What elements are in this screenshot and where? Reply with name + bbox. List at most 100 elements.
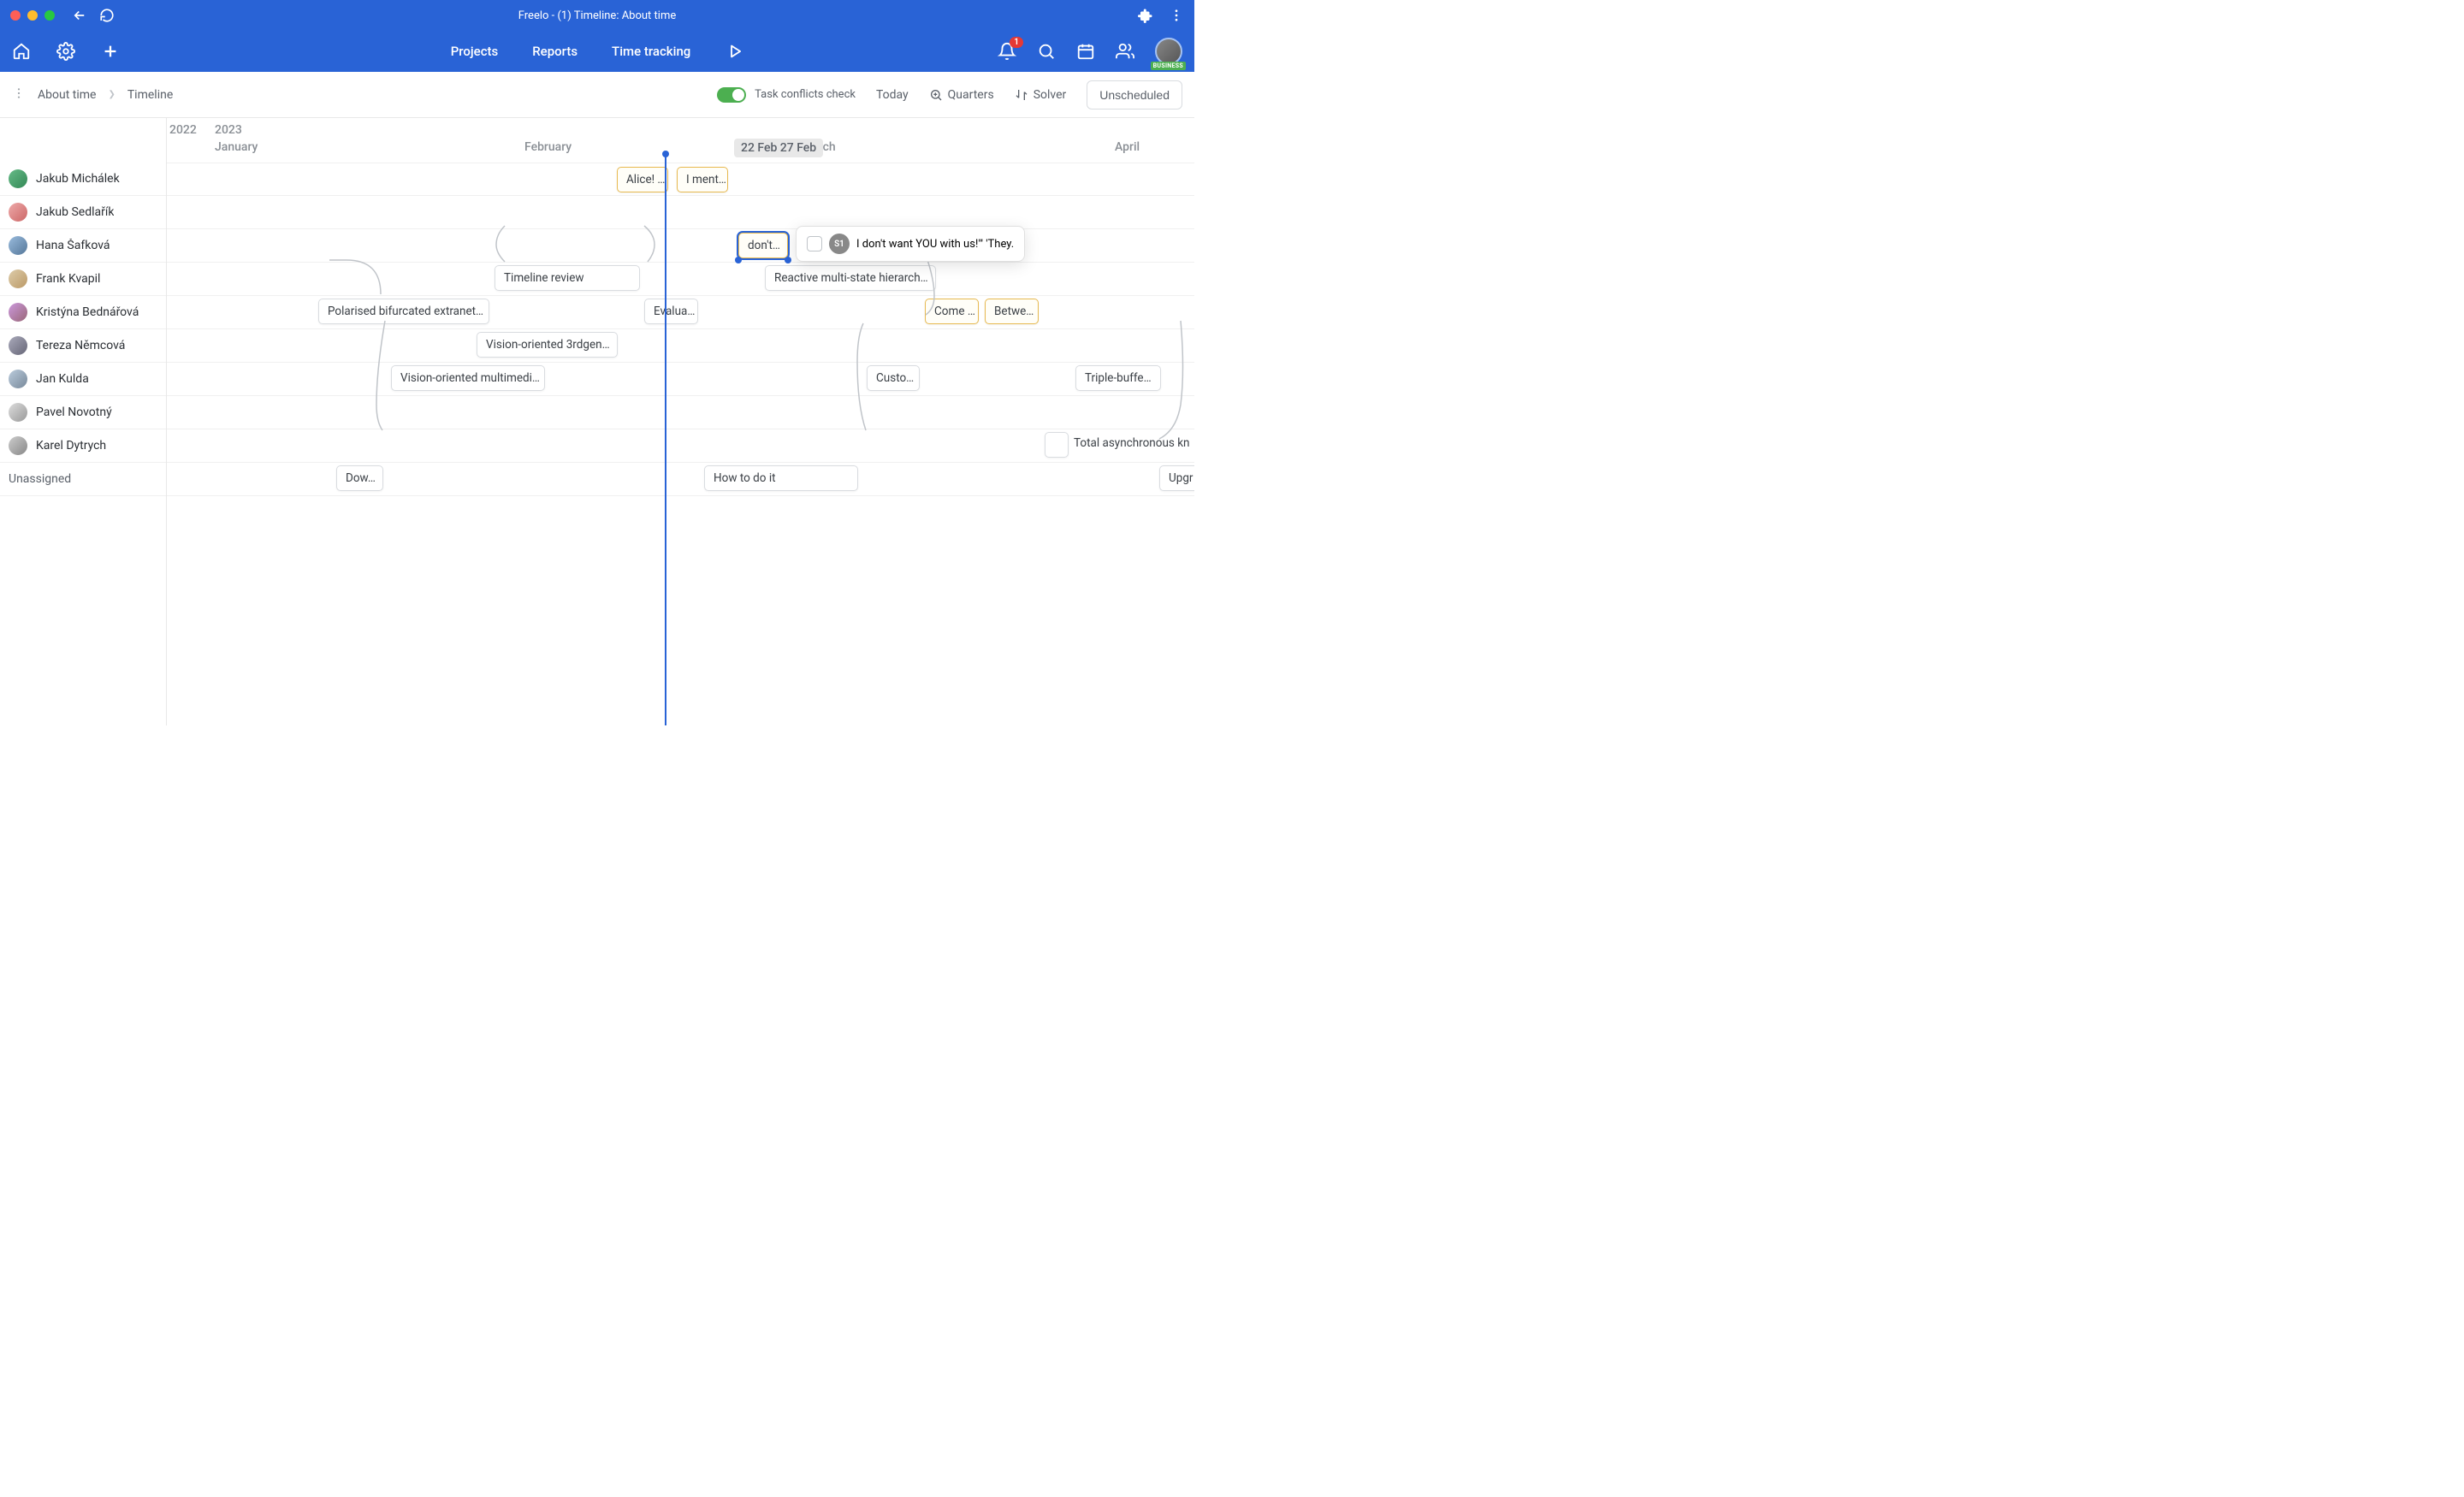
breadcrumb: About time ❯ Timeline xyxy=(12,86,173,104)
nav-projects[interactable]: Projects xyxy=(451,44,499,59)
date-range-badge: 22 Feb 27 Feb xyxy=(734,139,823,157)
task-card[interactable] xyxy=(1045,432,1069,458)
conflicts-toggle[interactable] xyxy=(717,87,746,103)
user-menu[interactable]: BUSINESS xyxy=(1155,38,1182,65)
task-card[interactable]: Timeline review xyxy=(495,265,640,291)
task-card[interactable]: Vision-oriented 3rdgen… xyxy=(477,332,618,358)
checkbox-icon[interactable] xyxy=(807,236,822,251)
task-card[interactable]: Polarised bifurcated extranet… xyxy=(318,299,489,324)
user-row[interactable]: Kristýna Bednářová xyxy=(0,296,166,329)
task-card[interactable]: I ment… xyxy=(677,167,728,192)
menu-button[interactable] xyxy=(1169,8,1184,23)
conflicts-label: Task conflicts check xyxy=(755,88,856,101)
nav-time-tracking[interactable]: Time tracking xyxy=(612,44,690,59)
user-row[interactable]: Jakub Sedlařík xyxy=(0,196,166,229)
user-row[interactable]: Frank Kvapil xyxy=(0,263,166,296)
user-row[interactable]: Jakub Michálek xyxy=(0,163,166,196)
task-card[interactable]: Custo… xyxy=(867,365,920,391)
conflicts-toggle-group: Task conflicts check xyxy=(717,87,856,103)
timer-button[interactable] xyxy=(725,42,743,61)
search-icon xyxy=(1037,42,1056,61)
today-button[interactable]: Today xyxy=(876,88,909,102)
puzzle-icon xyxy=(1138,8,1153,23)
month-label: February xyxy=(524,140,572,154)
maximize-window[interactable] xyxy=(44,10,55,21)
tooltip-text: I don't want YOU with us!"' 'They. xyxy=(856,238,1014,251)
avatar xyxy=(9,436,27,455)
play-icon xyxy=(725,42,743,61)
close-window[interactable] xyxy=(10,10,21,21)
task-card[interactable]: Betwe… xyxy=(985,299,1039,324)
today-marker xyxy=(665,152,666,725)
extensions-button[interactable] xyxy=(1138,8,1153,23)
task-card[interactable]: Come … xyxy=(925,299,979,324)
add-button[interactable] xyxy=(101,42,120,61)
avatar xyxy=(9,236,27,255)
users-icon xyxy=(1116,42,1134,61)
task-card[interactable]: Dow… xyxy=(336,465,383,491)
user-row[interactable]: Karel Dytrych xyxy=(0,429,166,463)
today-dot-icon xyxy=(662,151,669,157)
reload-button[interactable] xyxy=(99,8,115,23)
timeline-area: Jakub Michálek Jakub Sedlařík Hana Šafko… xyxy=(0,118,1194,725)
minimize-window[interactable] xyxy=(27,10,38,21)
breadcrumb-more[interactable] xyxy=(12,86,26,104)
task-card[interactable]: How to do it xyxy=(704,465,858,491)
sort-icon xyxy=(1015,88,1028,102)
zoom-quarters[interactable]: Quarters xyxy=(929,88,994,102)
user-row[interactable]: Hana Šafková xyxy=(0,229,166,263)
task-card[interactable]: Triple-buffe… xyxy=(1075,365,1161,391)
task-card[interactable]: Reactive multi-state hierarch… xyxy=(765,265,936,291)
notifications-button[interactable]: 1 xyxy=(998,42,1016,61)
back-button[interactable] xyxy=(72,8,87,23)
reload-icon xyxy=(99,8,115,23)
notification-badge: 1 xyxy=(1010,37,1023,48)
search-button[interactable] xyxy=(1037,42,1056,61)
solver-button[interactable]: Solver xyxy=(1015,88,1067,102)
avatar xyxy=(9,169,27,188)
avatar xyxy=(9,303,27,322)
month-label: April xyxy=(1115,140,1140,154)
arrow-left-icon xyxy=(72,8,87,23)
avatar xyxy=(9,403,27,422)
avatar xyxy=(9,203,27,222)
task-card-selected[interactable]: don't… xyxy=(738,233,788,258)
plus-icon xyxy=(101,42,120,61)
settings-button[interactable] xyxy=(56,42,75,61)
people-button[interactable] xyxy=(1116,42,1134,61)
avatar xyxy=(9,370,27,388)
chevron-right-icon: ❯ xyxy=(108,90,115,99)
task-card[interactable]: Vision-oriented multimedi… xyxy=(391,365,545,391)
timeline-grid[interactable]: 2022 2023 January February March April 2… xyxy=(167,118,1194,725)
more-vertical-icon xyxy=(1169,8,1184,23)
resize-handle-icon[interactable] xyxy=(785,257,791,263)
sub-toolbar: About time ❯ Timeline Task conflicts che… xyxy=(0,72,1194,118)
year-label: 2023 xyxy=(215,123,242,137)
unassigned-row[interactable]: Unassigned xyxy=(0,463,166,496)
year-label: 2022 xyxy=(169,123,197,137)
task-card[interactable]: Upgr xyxy=(1159,465,1194,491)
breadcrumb-view[interactable]: Timeline xyxy=(127,88,173,102)
task-tooltip: S1 I don't want YOU with us!"' 'They. xyxy=(796,226,1025,262)
task-card[interactable]: Evalua… xyxy=(644,299,698,324)
main-nav: Projects Reports Time tracking 1 BUSINES… xyxy=(0,31,1194,72)
task-label: Total asynchronous kn xyxy=(1074,436,1190,450)
user-row[interactable]: Jan Kulda xyxy=(0,363,166,396)
avatar xyxy=(9,336,27,355)
user-row[interactable]: Pavel Novotný xyxy=(0,396,166,429)
home-button[interactable] xyxy=(12,42,31,61)
assignee-avatar: S1 xyxy=(829,234,850,254)
calendar-icon xyxy=(1076,42,1095,61)
user-row[interactable]: Tereza Němcová xyxy=(0,329,166,363)
avatar xyxy=(9,269,27,288)
month-label: January xyxy=(215,140,258,154)
unscheduled-button[interactable]: Unscheduled xyxy=(1087,80,1182,109)
window-titlebar: Freelo - (1) Timeline: About time xyxy=(0,0,1194,31)
gear-icon xyxy=(56,42,75,61)
window-title: Freelo - (1) Timeline: About time xyxy=(518,9,677,22)
resize-handle-icon[interactable] xyxy=(735,257,742,263)
breadcrumb-project[interactable]: About time xyxy=(38,88,96,102)
task-card[interactable]: Alice! … xyxy=(617,167,668,192)
calendar-button[interactable] xyxy=(1076,42,1095,61)
nav-reports[interactable]: Reports xyxy=(532,44,578,59)
